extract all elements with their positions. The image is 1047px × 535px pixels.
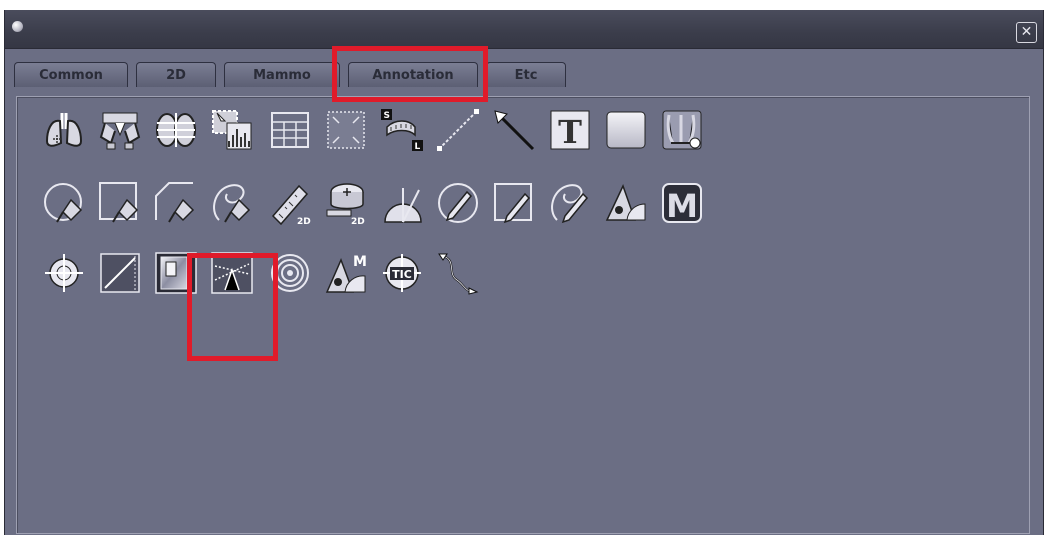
expand-roi-icon [327, 111, 365, 149]
rectangle-fill-icon [606, 111, 646, 149]
dotted-line-icon [437, 109, 479, 151]
xray-key-tool-button[interactable] [659, 107, 705, 153]
rectangle-pencil-tool-button[interactable] [491, 180, 537, 226]
histogram-roi-tool-button[interactable] [209, 107, 255, 153]
set-square-angle-tool-button[interactable] [603, 180, 649, 226]
marker-m-tool-button[interactable]: M [659, 180, 705, 226]
xray-key-icon [662, 110, 702, 150]
tab-annotation[interactable]: Annotation [348, 62, 478, 87]
angle-marker-tool-button[interactable]: M [323, 250, 369, 296]
concentric-circles-tool-button[interactable] [267, 250, 313, 296]
text-tool-button[interactable]: T [547, 107, 593, 153]
freehand-pencil-icon [551, 184, 589, 224]
annotation-tool-window: ✕ Common 2D Mammo Annotation Etc S L T 2… [4, 10, 1044, 535]
pelvis-icon [99, 112, 141, 150]
set-square-icon [605, 184, 646, 221]
tic-label: TIC [392, 268, 412, 281]
arrow-icon [494, 110, 535, 151]
text-tool-label: T [558, 113, 582, 151]
tab-etc[interactable]: Etc [486, 62, 566, 87]
tool-panel [16, 96, 1030, 534]
protractor-icon [384, 188, 422, 223]
table-tool-button[interactable] [267, 107, 313, 153]
size-tape-icon: S L [381, 109, 423, 152]
freehand-pencil-tool-button[interactable] [547, 180, 593, 226]
histogram-roi-icon [212, 110, 252, 150]
rectangle-fill-tool-button[interactable] [603, 107, 649, 153]
freehand-pen-icon [213, 184, 251, 223]
curve-arrow-icon [438, 253, 479, 295]
circle-annotate-tool-button[interactable] [41, 180, 87, 226]
window-menu-icon[interactable] [12, 21, 23, 32]
crosshair-tool-button[interactable] [41, 250, 87, 296]
pelvis-tool-button[interactable] [97, 107, 143, 153]
tab-bar: Common 2D Mammo Annotation Etc [5, 50, 1043, 88]
curve-arrow-tool-button[interactable] [435, 250, 481, 296]
angle-lines-icon [211, 252, 253, 294]
diagonal-measure-tool-button[interactable] [97, 250, 143, 296]
tape-2d-label: 2D [351, 217, 365, 226]
diagonal-measure-icon [100, 253, 140, 293]
freehand-annotate-tool-button[interactable] [209, 180, 255, 226]
tab-2d[interactable]: 2D [136, 62, 216, 87]
spine-grid-icon [156, 113, 196, 147]
title-bar[interactable]: ✕ [5, 10, 1043, 49]
text-icon: T [550, 110, 590, 151]
angle-marker-icon: M [325, 254, 367, 293]
lung-outline-tool-button[interactable] [41, 107, 87, 153]
lungs-icon [45, 113, 83, 147]
circle-pen-icon [44, 183, 83, 223]
angle-lines-tool-button[interactable] [209, 250, 255, 296]
window-level-roi-tool-button[interactable] [153, 250, 199, 296]
tic-icon: TIC [383, 254, 421, 292]
tape-measure-icon: 2D [326, 183, 365, 226]
spine-grid-tool-button[interactable] [153, 107, 199, 153]
polygon-pen-icon [155, 182, 195, 223]
size-tape-tool-button[interactable]: S L [379, 107, 425, 153]
ruler-2d-label: 2D [297, 217, 311, 226]
crosshair-icon [45, 254, 83, 292]
angle-marker-label: M [353, 254, 367, 270]
window-level-roi-icon [155, 252, 197, 294]
marker-tool-label: M [666, 187, 698, 225]
tic-tool-button[interactable]: TIC [379, 250, 425, 296]
dotted-line-tool-button[interactable] [435, 107, 481, 153]
protractor-angle-tool-button[interactable] [379, 180, 425, 226]
polygon-annotate-tool-button[interactable] [153, 180, 199, 226]
size-small-label: S [384, 111, 390, 121]
rectangle-pencil-icon [494, 183, 532, 224]
marker-m-icon: M [662, 183, 702, 225]
close-button[interactable]: ✕ [1016, 22, 1037, 43]
ruler-icon: 2D [271, 184, 311, 226]
table-icon [271, 112, 309, 148]
full-screen-roi-tool-button[interactable] [323, 107, 369, 153]
ellipse-pencil-icon [438, 183, 478, 223]
rectangle-annotate-tool-button[interactable] [97, 180, 143, 226]
tab-mammo[interactable]: Mammo [224, 62, 340, 87]
rectangle-pen-icon [99, 182, 139, 223]
ellipse-pencil-tool-button[interactable] [435, 180, 481, 226]
tape-measure-2d-tool-button[interactable]: 2D [323, 180, 369, 226]
ruler-2d-tool-button[interactable]: 2D [267, 180, 313, 226]
concentric-circles-icon [271, 254, 309, 292]
size-large-label: L [415, 142, 421, 152]
arrow-tool-button[interactable] [491, 107, 537, 153]
tab-common[interactable]: Common [14, 62, 128, 87]
